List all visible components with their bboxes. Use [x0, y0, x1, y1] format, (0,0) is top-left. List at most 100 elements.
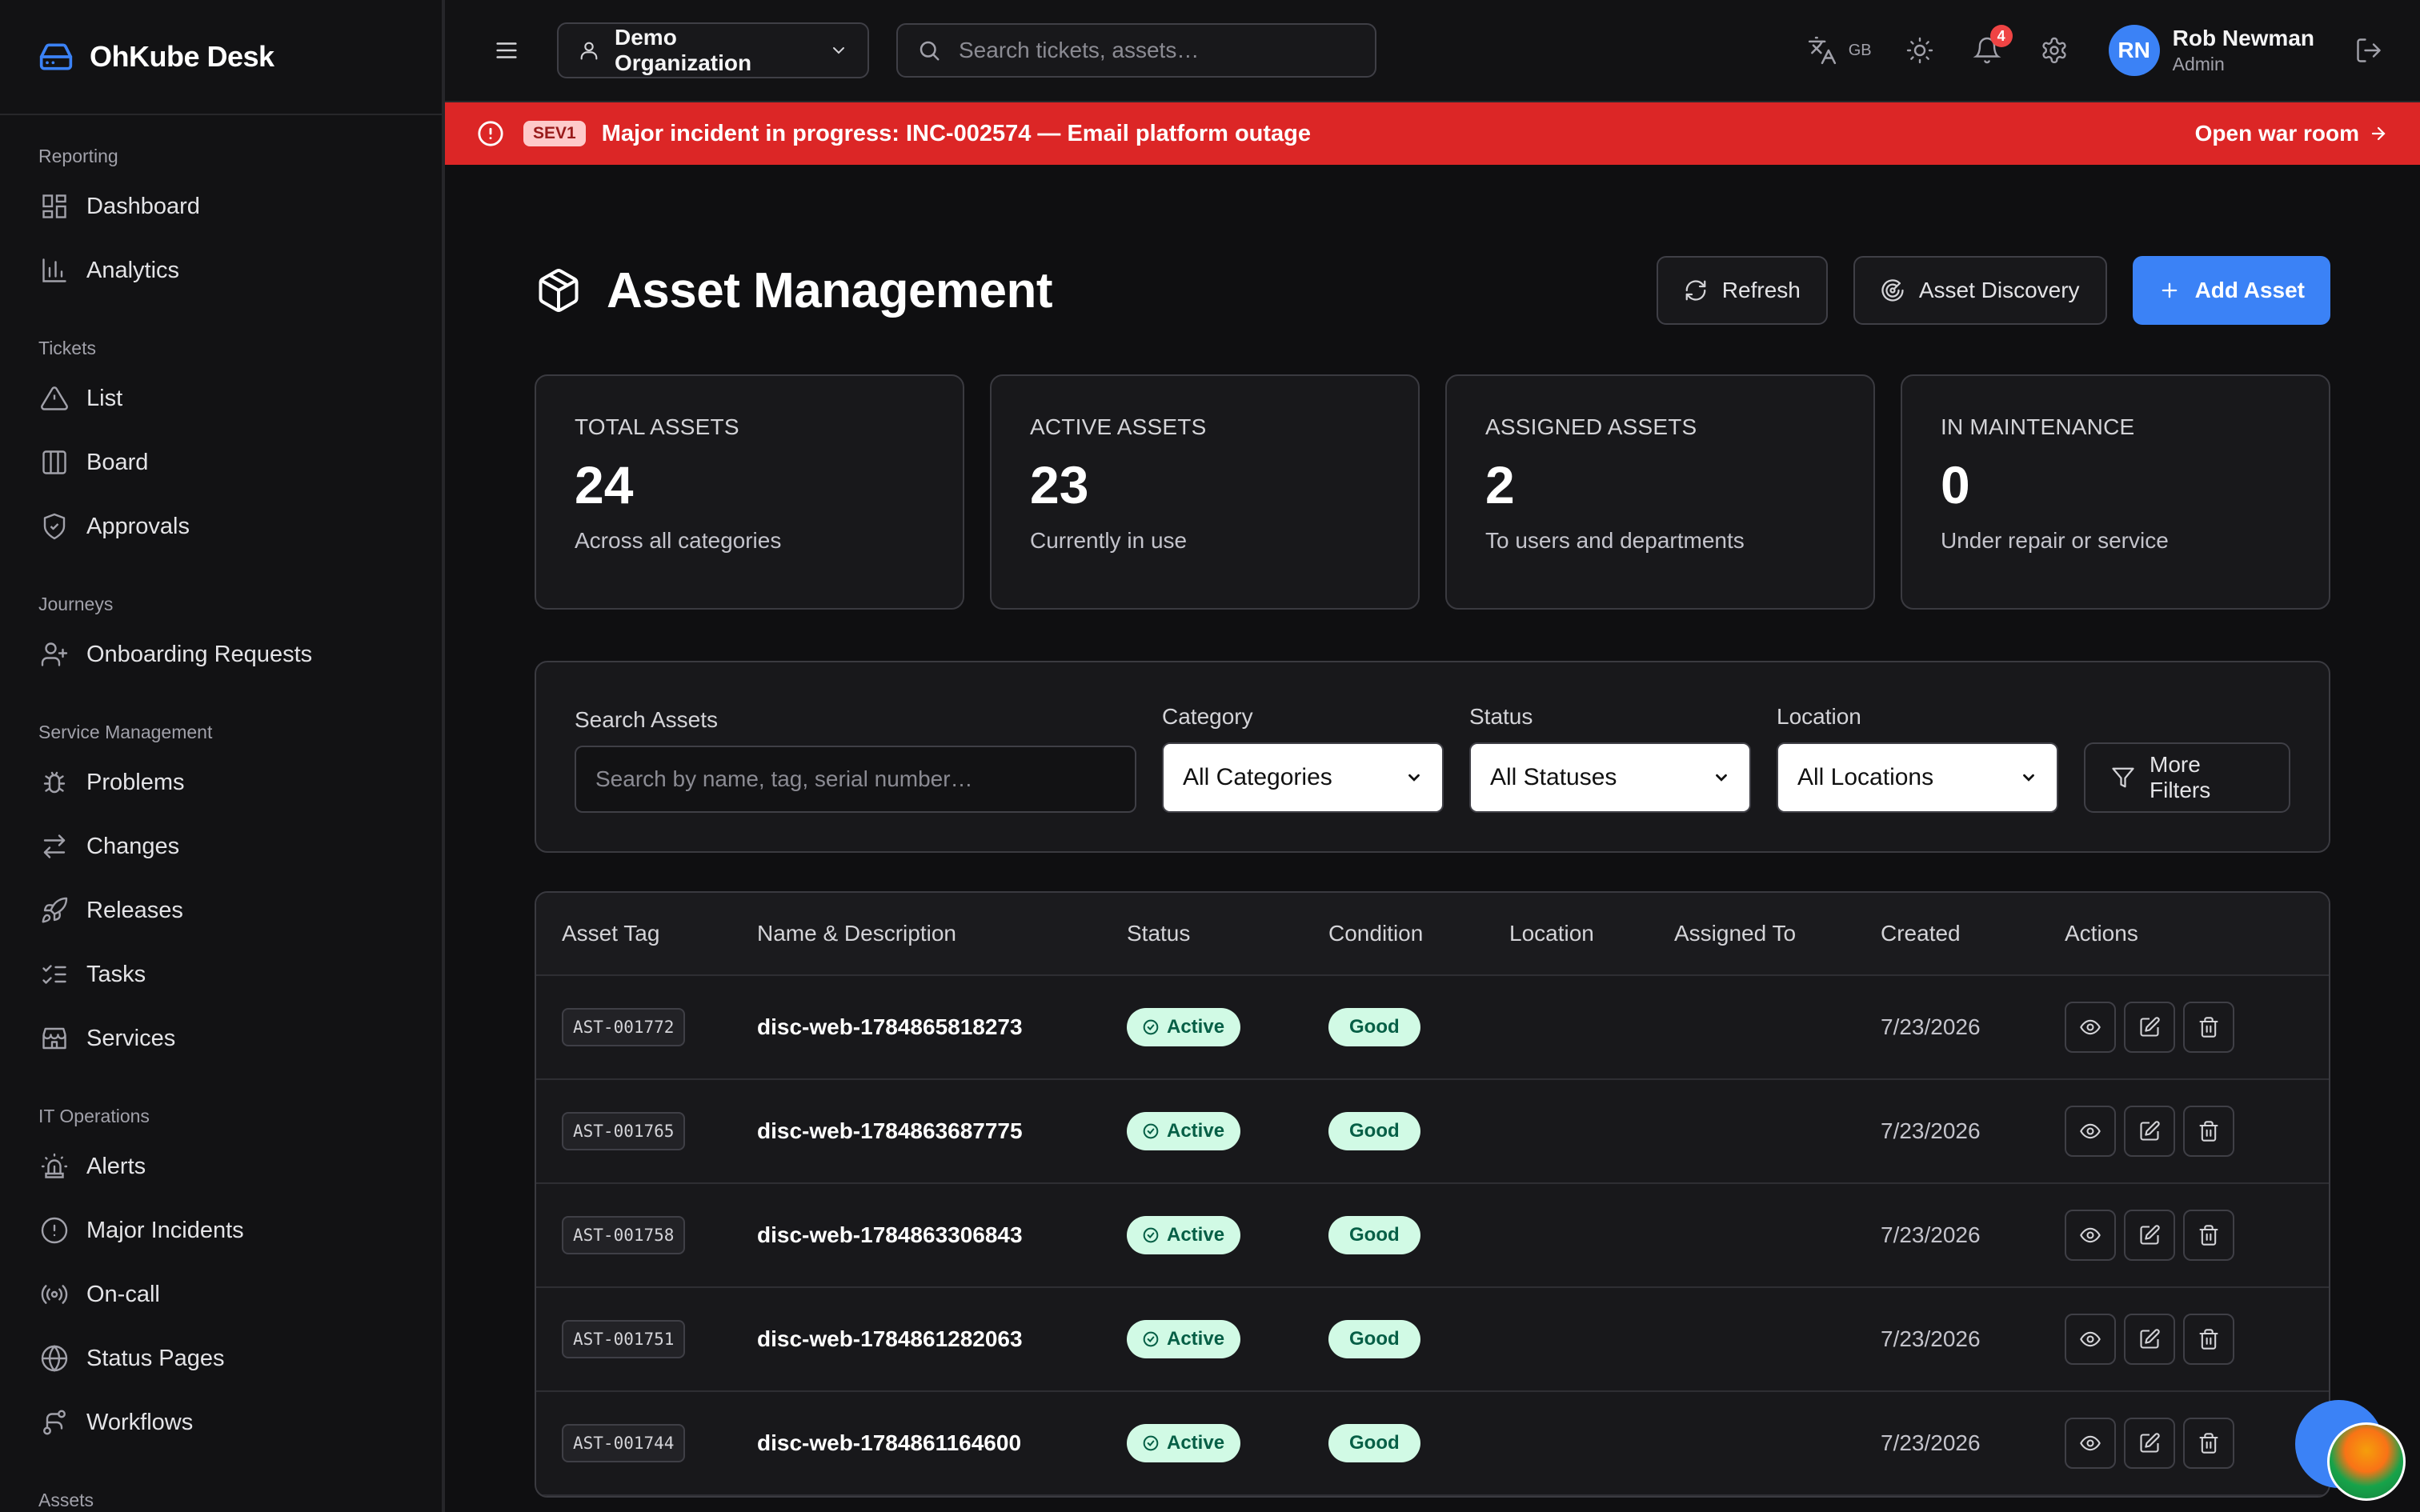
delete-button[interactable]	[2183, 1002, 2234, 1053]
column-header[interactable]: Name & Description	[757, 921, 1127, 946]
sidebar-item-workflows[interactable]: Workflows	[0, 1390, 442, 1454]
edit-button[interactable]	[2124, 1314, 2175, 1365]
globe-icon	[40, 1344, 69, 1373]
condition-cell: Good	[1328, 1112, 1509, 1150]
stat-label: IN MAINTENANCE	[1941, 414, 2135, 439]
delete-button[interactable]	[2183, 1314, 2234, 1365]
column-header[interactable]: Condition	[1328, 921, 1509, 946]
settings-button[interactable]	[2040, 36, 2069, 65]
nav-heading: IT Operations	[38, 1106, 150, 1126]
edit-button[interactable]	[2124, 1106, 2175, 1157]
open-war-room-link[interactable]: Open war room	[2195, 121, 2388, 146]
table-row[interactable]: AST-001772 disc-web-1784865818273 Active…	[536, 976, 2329, 1080]
asset-tag: AST-001765	[562, 1112, 686, 1150]
user-role: Admin	[2172, 54, 2225, 74]
location-select[interactable]: All Locations	[1777, 742, 2058, 813]
sidebar-item-board[interactable]: Board	[0, 430, 442, 494]
menu-icon[interactable]	[493, 37, 520, 64]
view-button[interactable]	[2065, 1106, 2116, 1157]
table-row[interactable]: AST-001758 disc-web-1784863306843 Active…	[536, 1184, 2329, 1288]
chevron-down-icon	[1713, 769, 1730, 786]
asset-tag-cell: AST-001758	[536, 1216, 757, 1254]
sidebar-item-changes[interactable]: Changes	[0, 814, 442, 878]
condition-cell: Good	[1328, 1424, 1509, 1462]
column-header[interactable]: Location	[1509, 921, 1674, 946]
asset-name[interactable]: disc-web-1784861282063	[757, 1326, 1127, 1352]
topbar: Demo Organization GB 4	[445, 0, 2420, 102]
nav-heading: Tickets	[38, 338, 96, 358]
column-header[interactable]: Status	[1127, 921, 1328, 946]
sidebar-item-releases[interactable]: Releases	[0, 878, 442, 942]
add-asset-button[interactable]: Add Asset	[2132, 256, 2330, 325]
asset-discovery-button[interactable]: Asset Discovery	[1853, 256, 2107, 325]
category-label: Category	[1162, 704, 1253, 729]
search-assets-input[interactable]	[575, 746, 1136, 813]
sidebar-item-problems[interactable]: Problems	[0, 750, 442, 814]
nav-heading: Assets	[38, 1490, 94, 1510]
page-content: Asset Management Refresh Asset Discovery…	[445, 253, 2420, 1498]
sidebar-item-label: Problems	[86, 769, 185, 795]
category-select[interactable]: All Categories	[1162, 742, 1444, 813]
sidebar-item-services[interactable]: Services	[0, 1006, 442, 1070]
nav-section-tickets: Tickets List Board Approvals	[0, 334, 442, 558]
view-button[interactable]	[2065, 1002, 2116, 1053]
view-button[interactable]	[2065, 1314, 2116, 1365]
assets-table: Asset Tag Name & Description Status Cond…	[535, 891, 2330, 1498]
global-search-input[interactable]	[959, 38, 1356, 63]
edit-button[interactable]	[2124, 1418, 2175, 1469]
edit-icon	[2140, 1329, 2160, 1349]
sidebar-item-onboarding-requests[interactable]: Onboarding Requests	[0, 622, 442, 686]
brand-name: OhKube Desk	[90, 40, 274, 73]
asset-name[interactable]: disc-web-1784861164600	[757, 1430, 1127, 1456]
view-button[interactable]	[2065, 1210, 2116, 1261]
user-menu[interactable]: RN Rob Newman Admin	[2108, 25, 2314, 76]
column-header[interactable]: Assigned To	[1674, 921, 1881, 946]
sidebar-item-dashboard[interactable]: Dashboard	[0, 174, 442, 238]
status-select[interactable]: All Statuses	[1469, 742, 1751, 813]
sidebar-item-approvals[interactable]: Approvals	[0, 494, 442, 558]
brand[interactable]: OhKube Desk	[0, 0, 442, 115]
sidebar-item-alerts[interactable]: Alerts	[0, 1134, 442, 1198]
more-filters-button[interactable]: More Filters	[2084, 742, 2290, 813]
edit-button[interactable]	[2124, 1210, 2175, 1261]
global-search[interactable]	[896, 23, 1376, 78]
logout-button[interactable]	[2354, 36, 2383, 65]
asset-discovery-label: Asset Discovery	[1918, 278, 2080, 302]
sidebar-item-analytics[interactable]: Analytics	[0, 238, 442, 302]
asset-name[interactable]: disc-web-1784863687775	[757, 1118, 1127, 1144]
condition-badge: Good	[1328, 1424, 1420, 1462]
asset-name[interactable]: disc-web-1784863306843	[757, 1222, 1127, 1248]
column-header[interactable]: Created	[1881, 921, 2065, 946]
theme-toggle[interactable]	[1905, 36, 1934, 65]
asset-filters: Search Assets Category All Categories St…	[535, 661, 2330, 853]
package-icon	[535, 266, 583, 314]
column-header[interactable]: Asset Tag	[536, 921, 757, 946]
chevron-down-icon	[1405, 769, 1423, 786]
sidebar-item-major-incidents[interactable]: Major Incidents	[0, 1198, 442, 1262]
delete-button[interactable]	[2183, 1418, 2234, 1469]
sidebar-item-list[interactable]: List	[0, 366, 442, 430]
language-switcher[interactable]: GB	[1807, 35, 1872, 66]
notifications-button[interactable]: 4	[1973, 25, 2013, 65]
organization-select[interactable]: Demo Organization	[557, 22, 869, 78]
edit-button[interactable]	[2124, 1002, 2175, 1053]
table-row[interactable]: AST-001751 disc-web-1784861282063 Active…	[536, 1288, 2329, 1392]
asset-name[interactable]: disc-web-1784865818273	[757, 1014, 1127, 1040]
table-row[interactable]: AST-001765 disc-web-1784863687775 Active…	[536, 1080, 2329, 1184]
sidebar-item-tasks[interactable]: Tasks	[0, 942, 442, 1006]
chat-avatar-image[interactable]	[2327, 1422, 2406, 1501]
delete-button[interactable]	[2183, 1106, 2234, 1157]
table-row[interactable]: AST-001744 disc-web-1784861164600 Active…	[536, 1392, 2329, 1496]
stat-label: TOTAL ASSETS	[575, 414, 739, 439]
view-button[interactable]	[2065, 1418, 2116, 1469]
status-cell: Active	[1127, 1008, 1328, 1046]
status-cell: Active	[1127, 1216, 1328, 1254]
stat-label: ACTIVE ASSETS	[1030, 414, 1207, 439]
location-label: Location	[1777, 704, 1861, 729]
sidebar-item-on-call[interactable]: On-call	[0, 1262, 442, 1326]
refresh-button[interactable]: Refresh	[1656, 256, 1828, 325]
open-war-room-label: Open war room	[2194, 121, 2359, 146]
sidebar-item-status-pages[interactable]: Status Pages	[0, 1326, 442, 1390]
edit-icon	[2140, 1017, 2160, 1037]
delete-button[interactable]	[2183, 1210, 2234, 1261]
